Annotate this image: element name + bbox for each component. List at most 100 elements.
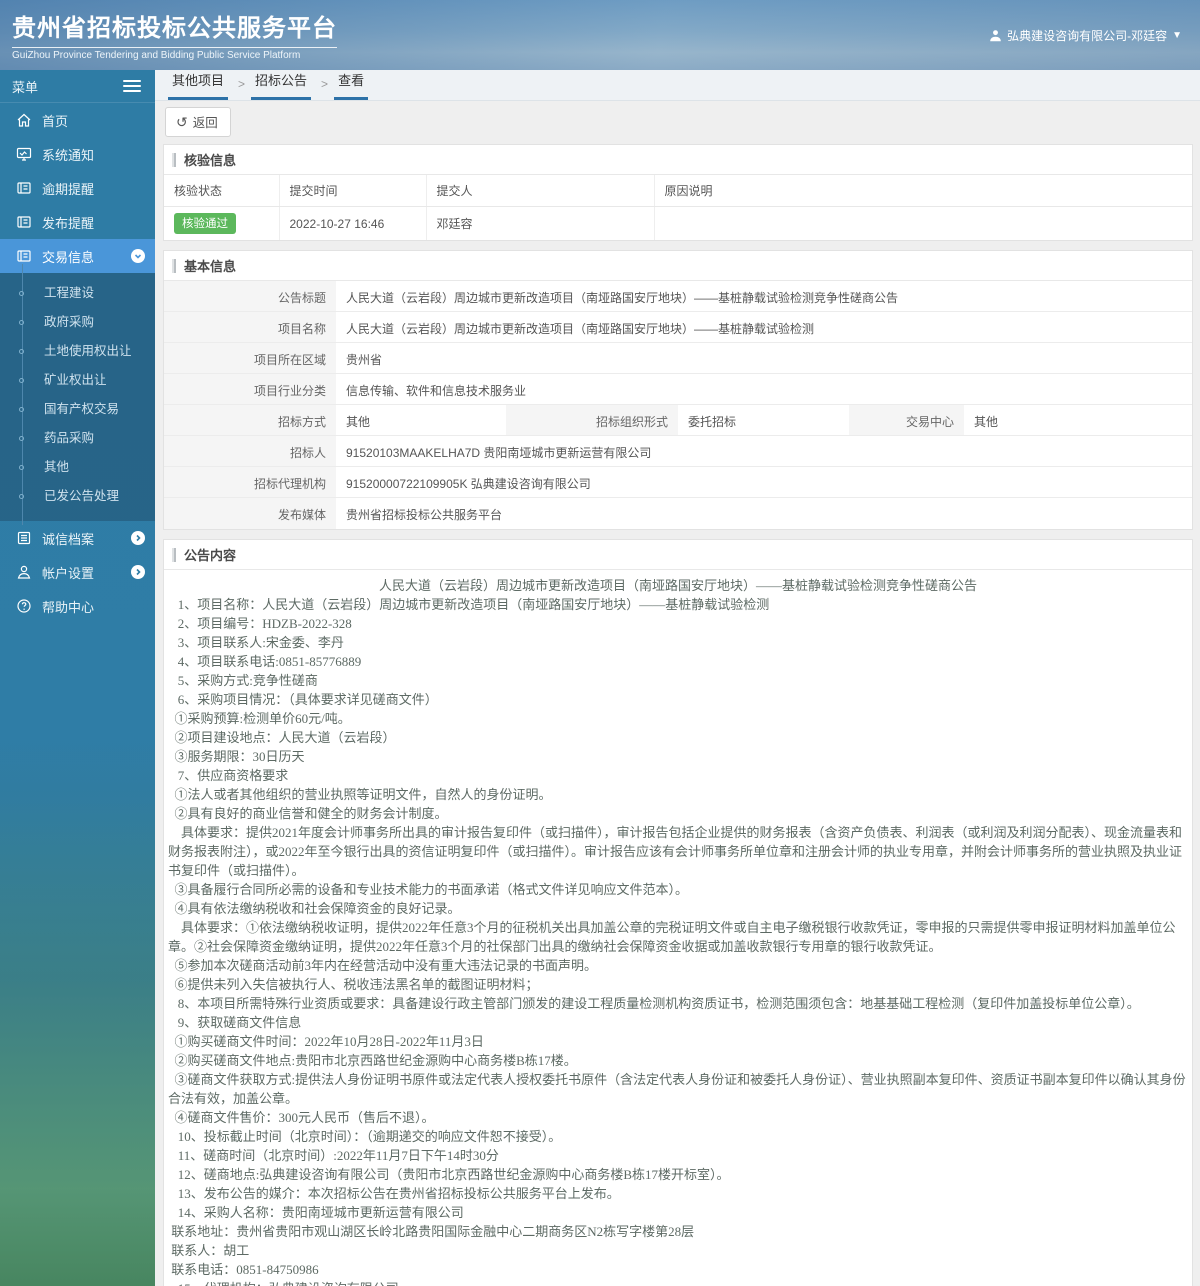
announcement-line: ⑥提供未列入失信被执行人、税收违法黑名单的截图证明材料； — [168, 977, 539, 992]
submenu-item-label: 政府采购 — [44, 315, 95, 329]
breadcrumb-item-tender-announcement[interactable]: 招标公告 — [251, 70, 312, 100]
column-header-status: 核验状态 — [164, 175, 280, 207]
announcement-line: 7、供应商资格要求 — [168, 768, 289, 783]
column-header-submit-time: 提交时间 — [279, 175, 427, 207]
submit-time-value: 2022-10-27 16:46 — [279, 206, 427, 240]
bullet-dot-icon — [19, 465, 24, 470]
info-row-agency: 招标代理机构 91520000722109905K 弘典建设咨询有限公司 — [164, 467, 1192, 498]
menu-label: 菜单 — [12, 79, 39, 95]
announcement-line: 3、项目联系人:宋金委、李丹 — [168, 635, 344, 650]
main-content: 其他项目 > 招标公告 > 查看 ↺ 返回 核验信息 核验状态 提交时间 提交人… — [155, 70, 1200, 1286]
announcement-section-title: 公告内容 — [184, 548, 237, 563]
info-row-project-name: 项目名称 人民大道（云岩段）周边城市更新改造项目（南垭路国安厅地块）——基桩静载… — [164, 312, 1192, 343]
sidebar-item-help-center[interactable]: 帮助中心 — [0, 589, 155, 623]
announcement-line: ①法人或者其他组织的营业执照等证明文件，自然人的身份证明。 — [168, 787, 552, 802]
submenu-item-label: 工程建设 — [44, 286, 95, 300]
table-header-row: 核验状态 提交时间 提交人 原因说明 — [164, 175, 1192, 207]
announcement-line: 联系电话：0851-84750986 — [168, 1262, 319, 1277]
submitter-value: 邓廷容 — [426, 206, 655, 240]
announcement-line: 4、项目联系电话:0851-85776889 — [168, 654, 362, 669]
breadcrumb-item-view[interactable]: 查看 — [334, 70, 369, 100]
announcement-line: 1、项目名称：人民大道（云岩段）周边城市更新改造项目（南垭路国安厅地块）——基桩… — [168, 597, 770, 612]
sidebar-item-home[interactable]: 首页 — [0, 103, 155, 137]
field-value: 人民大道（云岩段）周边城市更新改造项目（南垭路国安厅地块）——基桩静载试验检测 — [346, 322, 815, 336]
sidebar-item-label: 帐户设置 — [42, 565, 95, 581]
announcement-section: 公告内容 人民大道（云岩段）周边城市更新改造项目（南垭路国安厅地块）——基桩静载… — [163, 539, 1193, 1286]
sidebar-submenu-item[interactable]: 药品采购 — [0, 409, 155, 467]
field-label: 招标人 — [164, 436, 336, 466]
announcement-title: 人民大道（云岩段）周边城市更新改造项目（南垭路国安厅地块）——基桩静载试验检测竞… — [378, 578, 977, 593]
chevron-right-circle-icon — [131, 565, 145, 579]
field-value: 信息传输、软件和信息技术服务业 — [346, 384, 527, 398]
field-value: 其他 — [346, 415, 371, 429]
chevron-right-circle-icon — [131, 531, 145, 545]
submenu-item-label: 其他 — [44, 460, 70, 474]
announcement-line: 8、本项目所需特殊行业资质或要求：具备建设行政主管部门颁发的建设工程质量检测机构… — [168, 996, 1140, 1011]
bullet-dot-icon — [19, 436, 24, 441]
question-circle-icon — [17, 599, 31, 613]
bullet-dot-icon — [19, 407, 24, 412]
sidebar-item-publish-reminder[interactable]: 发布提醒 — [0, 205, 155, 239]
sidebar-item-label: 交易信息 — [42, 249, 95, 265]
announcement-line: ③磋商文件获取方式:提供法人身份证明书原件或法定代表人授权委托书原件（含法定代表… — [168, 1072, 1186, 1106]
sidebar: 菜单 首页 系统通知 逾期提醒 发布提醒 交易信息 工程建设 政府采购 土地使用… — [0, 70, 155, 1286]
announcement-line: 6、采购项目情况：（具体要求详见磋商文件） — [168, 692, 438, 707]
sidebar-submenu-item[interactable]: 已发公告处理 — [0, 467, 155, 525]
list-icon — [17, 531, 31, 545]
hamburger-icon[interactable] — [123, 77, 141, 95]
user-menu[interactable]: 弘典建设咨询有限公司-邓廷容 ▼ — [989, 27, 1182, 44]
announcement-line: 15、代理机构：弘典建设咨询有限公司 — [168, 1279, 1188, 1286]
sidebar-item-label: 逾期提醒 — [42, 181, 95, 197]
sidebar-item-account-settings[interactable]: 帐户设置 — [0, 555, 155, 589]
info-row-tender-method: 招标方式 其他 招标组织形式 委托招标 交易中心 其他 — [164, 405, 1192, 436]
user-icon — [990, 29, 1001, 41]
sidebar-item-label: 发布提醒 — [42, 215, 95, 231]
bullet-dot-icon — [19, 378, 24, 383]
announcement-line: 9、获取磋商文件信息 — [168, 1015, 302, 1030]
submenu-item-label: 已发公告处理 — [44, 489, 120, 503]
breadcrumb-item-other-projects[interactable]: 其他项目 — [168, 70, 229, 100]
announcement-line: 12、磋商地点:弘典建设咨询有限公司（贵阳市北京西路世纪金源购中心商务楼B栋17… — [168, 1167, 730, 1182]
sidebar-item-transaction-info[interactable]: 交易信息 — [0, 239, 155, 273]
bullet-dot-icon — [19, 494, 24, 499]
toolbar: ↺ 返回 — [155, 101, 1200, 144]
home-icon — [17, 113, 31, 127]
sidebar-item-label: 帮助中心 — [42, 599, 95, 615]
announcement-line: ②项目建设地点：人民大道（云岩段） — [168, 730, 396, 745]
column-header-reason: 原因说明 — [654, 175, 1192, 207]
announcement-line: ⑤参加本次磋商活动前3年内在经营活动中没有重大违法记录的书面声明。 — [168, 958, 598, 973]
announcement-line: ②购买磋商文件地点:贵阳市北京西路世纪金源购中心商务楼B栋17楼。 — [168, 1053, 577, 1068]
announcement-line: 5、采购方式:竞争性磋商 — [168, 673, 318, 688]
basic-info-section-title: 基本信息 — [184, 259, 237, 274]
bullet-dot-icon — [19, 291, 24, 296]
sidebar-item-credit-archive[interactable]: 诚信档案 — [0, 521, 155, 555]
info-row-region: 项目所在区域 贵州省 — [164, 343, 1192, 374]
announcement-line: 2、项目编号：HDZB-2022-328 — [168, 616, 352, 631]
section-bar-icon — [172, 152, 176, 167]
sidebar-submenu-item[interactable]: 国有产权交易 — [0, 380, 155, 438]
back-button[interactable]: ↺ 返回 — [165, 107, 231, 137]
sidebar-submenu: 工程建设 政府采购 土地使用权出让 矿业权出让 国有产权交易 药品采购 其他 已… — [0, 264, 155, 525]
sidebar-submenu-item[interactable]: 工程建设 — [0, 264, 155, 322]
info-row-announcement-title: 公告标题 人民大道（云岩段）周边城市更新改造项目（南垭路国安厅地块）——基桩静载… — [164, 281, 1192, 312]
sidebar-submenu-item[interactable]: 土地使用权出让 — [0, 322, 155, 380]
sidebar-submenu-item[interactable]: 矿业权出让 — [0, 351, 155, 409]
app-subtitle: GuiZhou Province Tendering and Bidding P… — [12, 49, 301, 61]
field-label: 招标代理机构 — [164, 467, 336, 497]
announcement-section-header: 公告内容 — [164, 540, 1192, 570]
basic-info-section: 基本信息 公告标题 人民大道（云岩段）周边城市更新改造项目（南垭路国安厅地块）—… — [163, 250, 1193, 530]
info-row-industry: 项目行业分类 信息传输、软件和信息技术服务业 — [164, 374, 1192, 405]
person-icon — [17, 565, 31, 579]
sidebar-item-overdue-reminder[interactable]: 逾期提醒 — [0, 171, 155, 205]
sidebar-item-label: 系统通知 — [42, 147, 95, 163]
field-value: 91520103MAAKELHA7D 贵阳南垭城市更新运营有限公司 — [346, 446, 652, 460]
sidebar-submenu-item[interactable]: 其他 — [0, 438, 155, 496]
sidebar-item-label: 首页 — [42, 113, 69, 129]
field-label: 交易中心 — [849, 405, 964, 435]
verification-section: 核验信息 核验状态 提交时间 提交人 原因说明 核验通过 2022-10-27 … — [163, 144, 1193, 241]
section-bar-icon — [172, 547, 176, 562]
sidebar-item-system-notice[interactable]: 系统通知 — [0, 137, 155, 171]
announcement-line: 具体要求：①依法缴纳税收证明，提供2022年任意3个月的征税机关出具加盖公章的完… — [168, 920, 1176, 954]
sidebar-submenu-item[interactable]: 政府采购 — [0, 293, 155, 351]
bullet-dot-icon — [19, 320, 24, 325]
